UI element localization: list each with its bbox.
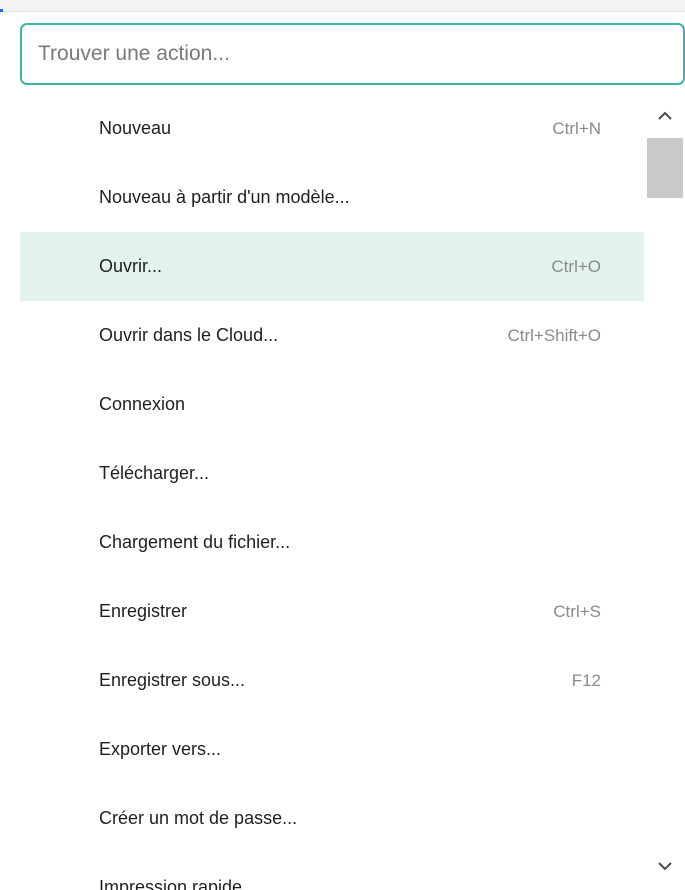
chevron-down-icon	[657, 862, 672, 871]
action-item-label: Télécharger...	[99, 463, 210, 483]
action-item-label: Enregistrer sous...	[99, 670, 246, 690]
action-item-shortcut: F12	[571, 670, 601, 690]
action-item-ouvrir-cloud[interactable]: Ouvrir dans le Cloud... Ctrl+Shift+O	[20, 301, 644, 370]
action-item-label: Nouveau à partir d'un modèle...	[99, 187, 350, 207]
action-item-shortcut: Ctrl+Shift+O	[507, 325, 601, 345]
action-item-telecharger[interactable]: Télécharger...	[20, 439, 644, 508]
action-item-shortcut: Ctrl+S	[553, 601, 601, 621]
action-item-label: Nouveau	[99, 118, 172, 138]
action-item-label: Créer un mot de passe...	[99, 808, 298, 828]
action-item-label: Exporter vers...	[99, 739, 222, 759]
action-item-label: Chargement du fichier...	[99, 532, 291, 552]
action-item-label: Impression rapide	[99, 877, 243, 890]
action-item-chargement-fichier[interactable]: Chargement du fichier...	[20, 508, 644, 577]
scroll-down-button[interactable]	[644, 846, 685, 886]
action-search-box[interactable]	[20, 23, 685, 85]
action-list: Nouveau Ctrl+N Nouveau à partir d'un mod…	[20, 94, 644, 890]
scroll-thumb[interactable]	[647, 138, 683, 198]
action-item-label: Ouvrir dans le Cloud...	[99, 325, 279, 345]
action-item-connexion[interactable]: Connexion	[20, 370, 644, 439]
action-item-nouveau[interactable]: Nouveau Ctrl+N	[20, 94, 644, 163]
action-item-label: Connexion	[99, 394, 186, 414]
action-item-enregistrer[interactable]: Enregistrer Ctrl+S	[20, 577, 644, 646]
window-top-strip	[0, 0, 685, 12]
action-item-label: Ouvrir...	[99, 256, 163, 276]
action-item-ouvrir[interactable]: Ouvrir... Ctrl+O	[20, 232, 644, 301]
action-search-input[interactable]	[22, 25, 683, 83]
action-item-enregistrer-sous[interactable]: Enregistrer sous... F12	[20, 646, 644, 715]
action-item-impression-rapide[interactable]: Impression rapide	[20, 853, 644, 890]
focus-corner-mark	[0, 9, 3, 12]
chevron-up-icon	[657, 111, 672, 120]
action-item-label: Enregistrer	[99, 601, 188, 621]
action-item-creer-mot-de-passe[interactable]: Créer un mot de passe...	[20, 784, 644, 853]
list-scrollbar[interactable]	[644, 94, 685, 890]
action-item-exporter-vers[interactable]: Exporter vers...	[20, 715, 644, 784]
scroll-up-button[interactable]	[644, 96, 685, 136]
action-item-nouveau-modele[interactable]: Nouveau à partir d'un modèle...	[20, 163, 644, 232]
action-item-shortcut: Ctrl+O	[551, 256, 601, 276]
action-item-shortcut: Ctrl+N	[552, 118, 601, 138]
